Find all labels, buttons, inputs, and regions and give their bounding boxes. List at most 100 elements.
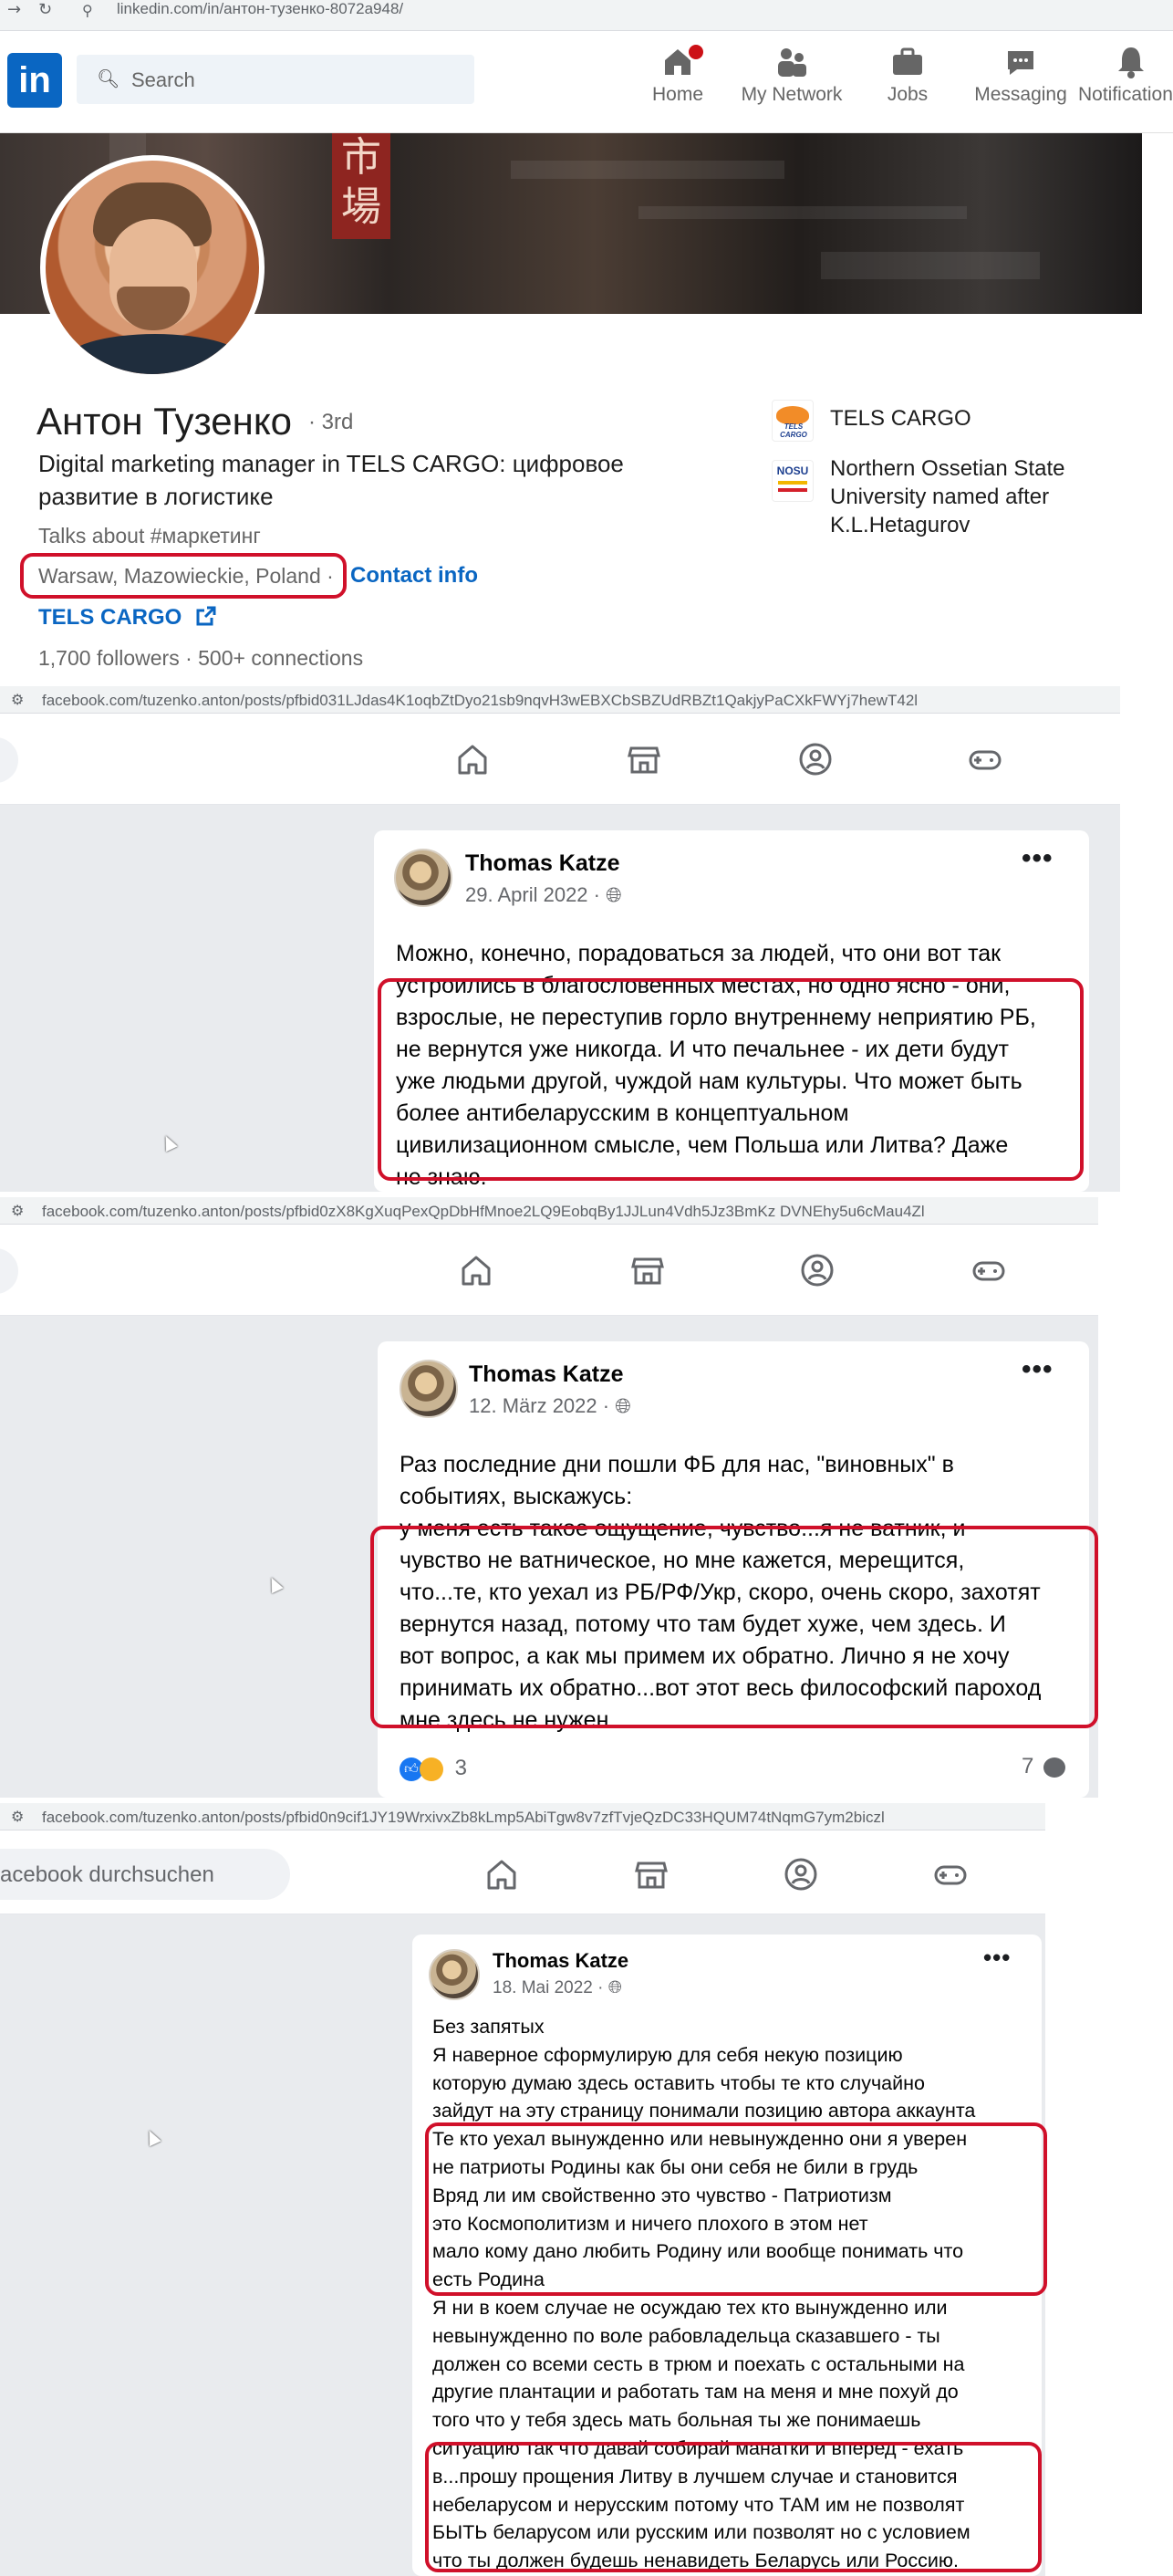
reactions-summary[interactable]: 👍︎ 3 (400, 1756, 467, 1781)
post-line: Вряд ли им свойственно это чувство - Пат… (432, 2184, 892, 2206)
author-avatar[interactable] (400, 1360, 458, 1418)
nav-notifications[interactable]: Notifications (1078, 44, 1173, 106)
post-line: в...прошу прощения Литву в лучшем случае… (432, 2465, 958, 2487)
post-date[interactable]: 29. April 2022 · 🌐︎ (465, 883, 622, 907)
comment-bubble-icon (1043, 1757, 1066, 1778)
author-avatar[interactable] (429, 1949, 480, 2000)
fb-feed-1: Thomas Katze 29. April 2022 · 🌐︎ ••• Мож… (0, 805, 1120, 1192)
post-line: взрослые, не переступив горло внутреннем… (396, 1005, 1036, 1030)
messaging-icon (1008, 51, 1033, 75)
more-options-icon[interactable]: ••• (1022, 1354, 1054, 1385)
back-arrow-icon[interactable]: → (7, 0, 21, 19)
post-author[interactable]: Thomas Katze (465, 850, 619, 877)
linkedin-logo-icon[interactable]: in (7, 53, 62, 108)
post-line: Те кто уехал вынужденно или невынужденно… (432, 2128, 968, 2151)
fb-top-nav-1 (0, 714, 1120, 805)
fb-url-1[interactable]: facebook.com/tuzenko.anton/posts/pfbid03… (42, 692, 918, 710)
fb-gaming-icon[interactable] (967, 741, 1003, 777)
profile-location: Warsaw, Mazowieckie, Poland · (38, 564, 334, 588)
post-date[interactable]: 18. Mai 2022 · 🌐︎ (493, 1978, 622, 1998)
fb-gaming-icon[interactable] (932, 1856, 969, 1893)
globe-icon: 🌐︎ (607, 1978, 622, 1997)
reactions-count: 3 (454, 1756, 468, 1780)
fb-groups-icon[interactable] (797, 741, 834, 777)
fb-groups-icon[interactable] (783, 1856, 819, 1893)
fb-address-bar-2[interactable]: ⚙ facebook.com/tuzenko.anton/posts/pfbid… (0, 1197, 1098, 1225)
site-settings-icon[interactable]: ⚲ (82, 2, 93, 19)
fb-search-input-1[interactable] (0, 737, 18, 783)
post-line: не знаю. (396, 1164, 487, 1190)
experience-tels-cargo[interactable]: TELS CARGO (830, 404, 1173, 433)
site-settings-icon[interactable]: ⚙ (11, 1202, 24, 1219)
fb-address-bar-3[interactable]: ⚙ facebook.com/tuzenko.anton/posts/pfbid… (0, 1803, 1045, 1830)
connections-count[interactable]: · 500+ connections (185, 646, 363, 670)
post-line: которую думаю здесь оставить чтобы те кт… (432, 2071, 925, 2094)
site-settings-icon[interactable]: ⚙ (11, 691, 24, 708)
fb-home-icon[interactable] (458, 1252, 494, 1288)
more-options-icon[interactable]: ••• (983, 1944, 1011, 1972)
fb-marketplace-icon[interactable] (633, 1856, 670, 1893)
linkedin-url[interactable]: linkedin.com/in/антон-тузенко-8072a948/ (117, 0, 403, 18)
talks-about: Talks about #маркетинг (38, 524, 261, 548)
fb-post-card-1: Thomas Katze 29. April 2022 · 🌐︎ ••• Мож… (374, 830, 1089, 1192)
fb-feed-2: Thomas Katze 12. März 2022 · 🌐︎ ••• Раз … (0, 1316, 1098, 1798)
education-nosu[interactable]: Northern Ossetian State University named… (830, 454, 1095, 539)
nav-notifications-label: Notifications (1078, 84, 1173, 105)
site-settings-icon[interactable]: ⚙ (11, 1808, 24, 1825)
fb-home-icon[interactable] (483, 1856, 520, 1893)
comments-summary[interactable]: 7 (1022, 1754, 1066, 1779)
company-website-link[interactable]: TELS CARGO (38, 605, 217, 631)
fb-gaming-icon[interactable] (971, 1252, 1007, 1288)
fb-url-3[interactable]: facebook.com/tuzenko.anton/posts/pfbid0n… (42, 1809, 885, 1827)
fb-feed-3: Thomas Katze 18. Mai 2022 · 🌐︎ ••• Без з… (0, 1914, 1045, 2576)
post-line: не патриоты Родины как бы они себя не би… (432, 2155, 919, 2178)
linkedin-scroll-gutter (1142, 133, 1173, 681)
linkedin-address-bar[interactable]: → ↻ ⚲ linkedin.com/in/антон-тузенко-8072… (0, 0, 1173, 31)
nosu-logo[interactable]: NOSU (772, 460, 814, 502)
post-body: Можно, конечно, порадоваться за людей, ч… (396, 938, 1080, 1194)
tels-cargo-logo[interactable]: TELS CARGO (772, 400, 814, 442)
post-line: уже людьми другой, чуждой нам культуры. … (396, 1069, 1022, 1094)
author-avatar[interactable] (394, 849, 452, 907)
nav-my-network[interactable]: My Network (737, 44, 846, 106)
post-date[interactable]: 12. März 2022 · 🌐︎ (469, 1394, 631, 1418)
fb-marketplace-icon[interactable] (626, 741, 662, 777)
more-options-icon[interactable]: ••• (1022, 843, 1054, 874)
post-line: у меня есть такое ощущение, чувство...я … (400, 1516, 966, 1541)
nav-home[interactable]: Home (644, 42, 711, 106)
fb-search-input-2[interactable] (0, 1248, 18, 1294)
post-line: вот вопрос, а как мы примем их обратно. … (400, 1643, 1010, 1669)
fb-marketplace-icon[interactable] (629, 1252, 666, 1288)
fb-url-2[interactable]: facebook.com/tuzenko.anton/posts/pfbid0z… (42, 1203, 925, 1221)
nav-jobs[interactable]: Jobs (877, 44, 938, 106)
bell-icon (1118, 47, 1144, 78)
external-link-icon (196, 606, 216, 626)
banner-sign: 市場 (332, 133, 390, 239)
contact-info-link[interactable]: Contact info (350, 563, 478, 589)
post-author[interactable]: Thomas Katze (469, 1361, 623, 1388)
post-line: принимать их обратно...вот этот весь фил… (400, 1675, 1042, 1701)
post-author[interactable]: Thomas Katze (493, 1949, 628, 1973)
fb-address-bar-1[interactable]: ⚙ facebook.com/tuzenko.anton/posts/pfbid… (0, 686, 1120, 714)
followers-count[interactable]: 1,700 followers (38, 646, 180, 670)
post-line: должен со всеми сесть в трюм и поехать с… (432, 2352, 965, 2375)
search-placeholder: Search (131, 68, 195, 91)
fb-search-input-3[interactable]: acebook durchsuchen (0, 1849, 290, 1900)
profile-avatar[interactable] (40, 155, 265, 380)
fb-post-card-2: Thomas Katze 12. März 2022 · 🌐︎ ••• Раз … (378, 1341, 1089, 1798)
post-line: небеларусом и нерусским потому что ТАМ и… (432, 2493, 965, 2516)
globe-icon: 🌐︎ (606, 883, 622, 906)
post-line: есть Родина (432, 2268, 545, 2291)
post-body: Без запятых Я наверное сформулирую для с… (432, 2013, 1040, 2575)
post-line: другие плантации и работать там на меня … (432, 2381, 959, 2404)
nav-messaging[interactable]: Messaging (972, 44, 1069, 106)
wow-reaction-icon (420, 1757, 443, 1781)
fb-home-icon[interactable] (454, 741, 491, 777)
post-line: что...те, кто уехал из РБ/РФ/Укр, скоро,… (400, 1580, 1041, 1605)
linkedin-search-input[interactable]: 🔍︎ Search (77, 55, 474, 104)
fb-groups-icon[interactable] (799, 1252, 836, 1288)
reload-icon[interactable]: ↻ (38, 0, 52, 19)
post-line: Раз последние дни пошли ФБ для нас, "вин… (400, 1452, 954, 1477)
fb-post-card-3: Thomas Katze 18. Mai 2022 · 🌐︎ ••• Без з… (412, 1935, 1042, 2576)
post-line: вернутся назад, потому что там будет хуж… (400, 1611, 1006, 1637)
